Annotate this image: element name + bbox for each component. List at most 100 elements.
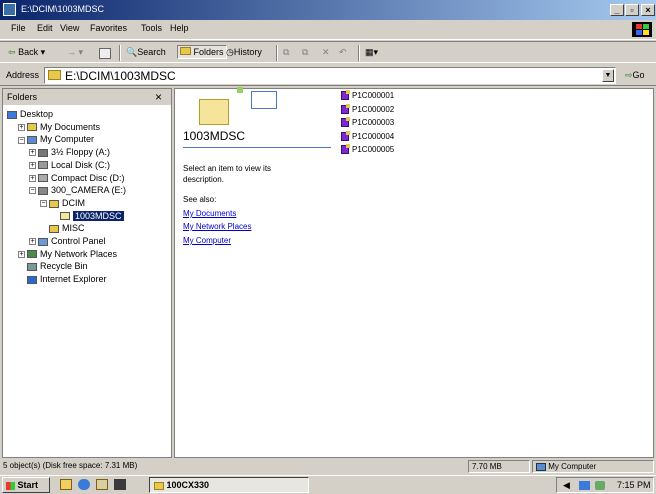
media-icon[interactable] [114,479,126,490]
history-clock-icon: ◷ [226,47,234,57]
address-dropdown-button[interactable]: ▼ [602,69,614,82]
start-button[interactable]: Start [2,477,50,493]
tree-item[interactable]: + My Documents [18,122,100,133]
tree-item[interactable]: − My Computer [18,134,94,145]
tree-item[interactable]: +3½ Floppy (A:) [29,147,110,158]
maximize-button[interactable]: ▫ [625,4,639,16]
menu-edit[interactable]: Edit [37,23,53,33]
show-desktop-icon[interactable] [60,479,72,490]
toolbar: ⇦ Back ▾ → ▾ 🔍Search Folders ◷History ⧉ … [0,41,656,63]
delete-icon[interactable]: ✕ [322,47,330,58]
move-to-icon[interactable]: ⧉ [283,47,289,58]
menu-tools[interactable]: Tools [141,23,162,33]
windows-flag-icon [6,481,15,490]
tree-item-label: Recycle Bin [40,261,88,272]
tree-item[interactable]: MISC [40,223,85,234]
tree-item-label: Desktop [20,109,54,119]
folder-icon [48,70,61,80]
description-line-1: Select an item to view its [183,164,272,173]
close-button[interactable]: × [641,4,655,16]
file-name: P1C000003 [352,118,395,127]
ie-icon [27,275,37,284]
expand-icon[interactable]: + [29,238,36,246]
tree-item-label: My Network Places [40,248,118,259]
description-line-2: description. [183,175,224,184]
safely-remove-hardware-icon[interactable] [595,481,605,490]
up-folder-icon[interactable] [99,48,111,59]
tree-item-label: 3½ Floppy (A:) [51,147,111,158]
content-pane: 1003MDSC Select an item to view its desc… [174,87,654,458]
expand-icon[interactable]: + [29,161,36,169]
network-icon[interactable] [579,481,590,490]
file-name: P1C000001 [352,91,395,100]
open-folder-icon [60,212,70,221]
collapse-icon[interactable]: − [40,200,47,208]
taskbar-window-button[interactable]: 100CX330 [149,477,309,493]
menu-favorites[interactable]: Favorites [90,23,127,33]
folder-window-icon [3,3,16,16]
file-name: P1C000005 [352,145,395,154]
link-my-documents[interactable]: My Documents [183,209,236,218]
explorer-icon[interactable] [96,479,108,490]
file-item[interactable]: P1C000002 [341,103,394,114]
tree-item[interactable]: + Local Disk (C:) [29,160,110,171]
close-folders-pane-button[interactable]: × [155,90,162,104]
desktop-icon [7,110,17,119]
menu-file[interactable]: File [11,23,26,33]
expand-icon[interactable]: + [18,250,25,258]
tree-item[interactable]: + Control Panel [29,236,106,247]
tree-item[interactable]: − 300_CAMERA (E:) [29,185,126,196]
toolbar-separator [119,45,121,61]
go-arrow-icon: ⇨ [625,70,633,80]
file-item[interactable]: P1C000005 [341,144,395,155]
search-button[interactable]: 🔍Search [126,47,166,58]
tree-item[interactable]: 1003MDSC [51,210,124,222]
menu-view[interactable]: View [60,23,79,33]
tree-item[interactable]: Desktop [7,109,53,120]
toolbar-separator [276,45,278,61]
collapse-icon[interactable]: − [29,187,36,195]
expand-icon[interactable]: + [18,123,25,131]
title-bar[interactable]: E:\DCIM\1003MDSC _ ▫ × [0,0,656,20]
address-field[interactable]: E:\DCIM\1003MDSC ▼ [44,67,616,84]
tree-item[interactable]: + My Network Places [18,249,117,260]
cd-icon [38,174,48,183]
link-my-computer[interactable]: My Computer [183,236,231,245]
window-title: E:\DCIM\1003MDSC [21,4,105,14]
tree-item[interactable]: Internet Explorer [18,274,107,285]
file-item[interactable]: P1C000001 [341,90,395,101]
expand-icon[interactable]: + [29,149,36,157]
folders-button[interactable]: Folders [177,45,227,59]
tree-item-label: DCIM [62,197,85,208]
copy-to-icon[interactable]: ⧉ [302,47,308,58]
views-button[interactable]: ▦▾ [365,47,378,58]
file-item[interactable]: P1C000003 [341,117,395,128]
internet-explorer-icon[interactable] [78,479,90,490]
menu-bar: File Edit View Favorites Tools Help [0,20,656,40]
volume-icon[interactable]: ◀ [563,480,570,491]
link-my-network-places[interactable]: My Network Places [183,222,251,231]
views-icon: ▦ [365,47,374,57]
tree-item[interactable]: − DCIM [40,198,85,209]
file-item[interactable]: P1C000004 [341,130,394,141]
status-size: 7.70 MB [468,460,530,473]
collapse-icon[interactable]: − [18,136,25,144]
back-button[interactable]: ⇦ Back ▾ [8,47,45,58]
forward-button[interactable]: → ▾ [67,47,83,58]
go-button[interactable]: ⇨Go [625,70,645,81]
tree-item[interactable]: Recycle Bin [18,261,88,272]
tree-item[interactable]: + Compact Disc (D:) [29,173,125,184]
see-also-label: See also: [183,195,217,204]
address-value: E:\DCIM\1003MDSC [65,69,176,83]
menu-help[interactable]: Help [170,23,189,33]
banner-accent [237,87,243,93]
status-object-count: 5 object(s) (Disk free space: 7.31 MB) [3,461,138,470]
folder-name-heading: 1003MDSC [183,129,246,143]
expand-icon[interactable]: + [29,174,36,182]
undo-icon[interactable]: ↶ [339,47,347,58]
minimize-button[interactable]: _ [610,4,624,16]
history-button[interactable]: ◷History [226,47,262,58]
image-file-icon [341,90,350,101]
image-file-icon [341,144,350,155]
folder-tree-icon [180,47,191,55]
